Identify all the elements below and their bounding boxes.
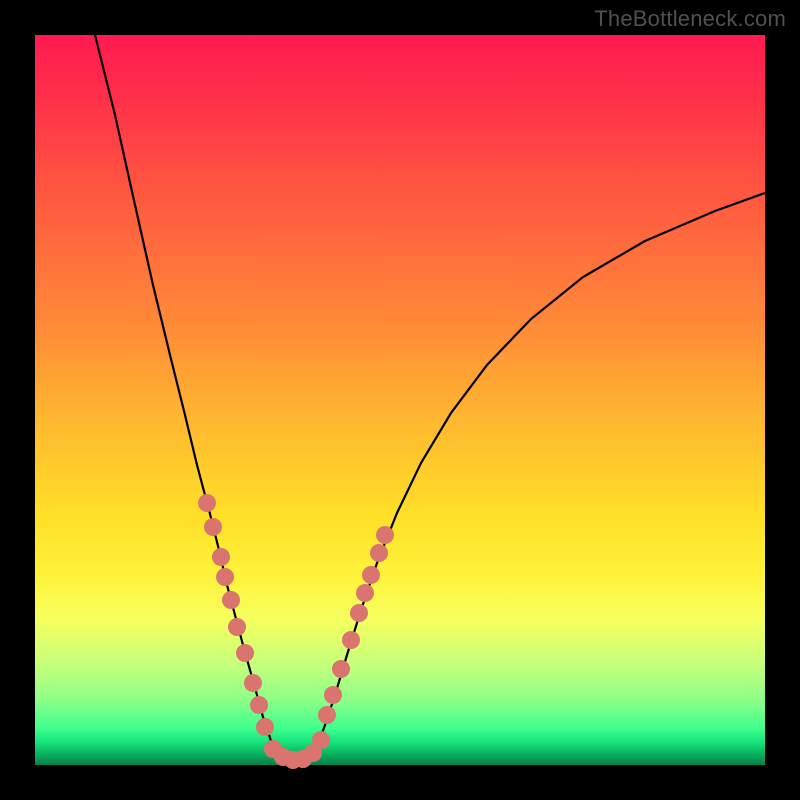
curve-bead bbox=[312, 731, 330, 749]
curve-bead bbox=[228, 618, 246, 636]
curve-bead bbox=[198, 494, 216, 512]
curve-beads-group bbox=[198, 494, 394, 769]
image-frame: TheBottleneck.com bbox=[0, 0, 800, 800]
curve-bead bbox=[324, 686, 342, 704]
curve-bead bbox=[356, 584, 374, 602]
curve-bead bbox=[204, 518, 222, 536]
curve-bead bbox=[362, 566, 380, 584]
curve-bead bbox=[256, 718, 274, 736]
curve-bead bbox=[332, 660, 350, 678]
plot-area bbox=[35, 35, 765, 765]
watermark-text: TheBottleneck.com bbox=[594, 6, 786, 32]
curve-bead bbox=[342, 631, 360, 649]
curve-bead bbox=[244, 674, 262, 692]
curve-bead bbox=[250, 696, 268, 714]
bottleneck-curve-path bbox=[95, 35, 765, 761]
curve-bead bbox=[236, 644, 254, 662]
curve-bead bbox=[212, 548, 230, 566]
bottleneck-curve-svg bbox=[35, 35, 765, 765]
curve-bead bbox=[376, 526, 394, 544]
curve-bead bbox=[370, 544, 388, 562]
curve-bead bbox=[350, 604, 368, 622]
curve-bead bbox=[216, 568, 234, 586]
curve-bead bbox=[222, 591, 240, 609]
curve-bead bbox=[318, 706, 336, 724]
